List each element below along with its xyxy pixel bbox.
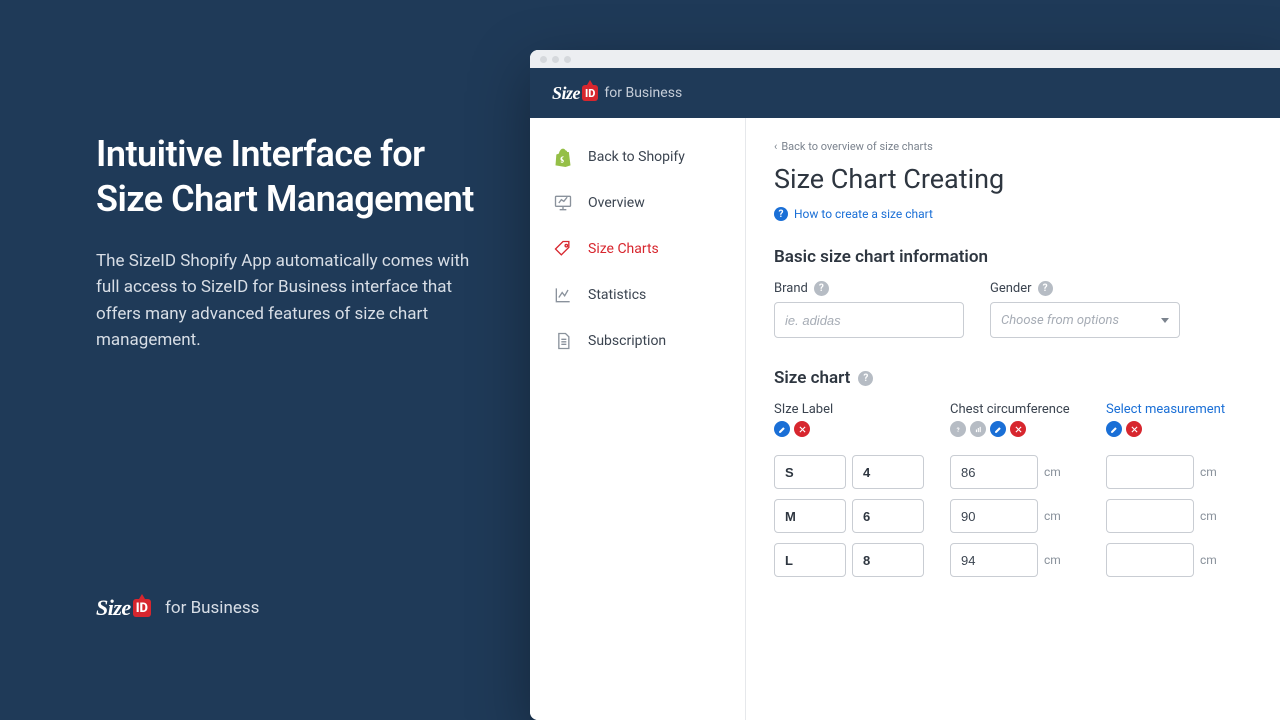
hero-body: The SizeID Shopify App automatically com…: [96, 248, 476, 353]
delete-icon[interactable]: [1010, 421, 1026, 437]
size-label2-input[interactable]: [852, 455, 924, 489]
delete-icon[interactable]: [1126, 421, 1142, 437]
hero-logo: Size ID for Business: [96, 595, 259, 621]
unit-label: cm: [1200, 553, 1217, 567]
help-icon: ?: [774, 207, 788, 221]
chart-icon: [552, 284, 574, 306]
main-content: ‹ Back to overview of size charts Size C…: [746, 118, 1280, 720]
chart-icon[interactable]: [970, 421, 986, 437]
logo-text-id: ID: [582, 85, 598, 101]
measurement-input[interactable]: [1106, 499, 1194, 533]
document-icon: [552, 330, 574, 352]
size-label2-input[interactable]: [852, 543, 924, 577]
sidebar-item-label: Statistics: [588, 287, 646, 303]
section-title-chart: Size chart ?: [774, 368, 1262, 388]
sidebar-item-label: Subscription: [588, 333, 666, 349]
unit-label: cm: [1044, 509, 1061, 523]
tag-icon: [552, 238, 574, 260]
traffic-light-icon: [540, 56, 547, 63]
traffic-light-icon: [552, 56, 559, 63]
unit-label: cm: [1044, 553, 1061, 567]
logo-text-id: ID: [133, 599, 151, 617]
app-window: Size ID for Business Back to Shopify Ove…: [530, 50, 1280, 720]
chest-input[interactable]: [950, 543, 1038, 577]
help-icon[interactable]: ?: [1038, 281, 1053, 296]
size-label-input[interactable]: [774, 543, 846, 577]
page-title: Size Chart Creating: [774, 163, 1262, 195]
size-chart-grid: SIze Label Chest circumference ?: [774, 402, 1262, 577]
unit-label: cm: [1200, 465, 1217, 479]
sidebar: Back to Shopify Overview Size Charts Sta…: [530, 118, 746, 720]
help-link[interactable]: ? How to create a size chart: [774, 207, 1262, 221]
gender-label: Gender ?: [990, 281, 1180, 296]
shopify-icon: [552, 146, 574, 168]
delete-icon[interactable]: [794, 421, 810, 437]
back-link[interactable]: ‹ Back to overview of size charts: [774, 140, 1262, 153]
help-icon[interactable]: ?: [950, 421, 966, 437]
chevron-down-icon: [1161, 318, 1169, 323]
sidebar-item-label: Back to Shopify: [588, 149, 685, 165]
size-label2-input[interactable]: [852, 499, 924, 533]
edit-icon[interactable]: [1106, 421, 1122, 437]
presentation-icon: [552, 192, 574, 214]
sidebar-item-subscription[interactable]: Subscription: [530, 318, 745, 364]
sidebar-item-label: Overview: [588, 195, 645, 211]
logo-suffix: for Business: [165, 598, 259, 618]
logo-text-size: Size: [552, 83, 580, 104]
unit-label: cm: [1200, 509, 1217, 523]
size-label-input[interactable]: [774, 499, 846, 533]
brand-input[interactable]: [774, 302, 964, 338]
measurement-input[interactable]: [1106, 455, 1194, 489]
column-header-chest: Chest circumference: [950, 402, 1080, 417]
sidebar-item-back-to-shopify[interactable]: Back to Shopify: [530, 134, 745, 180]
traffic-light-icon: [564, 56, 571, 63]
help-icon[interactable]: ?: [858, 371, 873, 386]
column-header-size-label: SIze Label: [774, 402, 924, 417]
unit-label: cm: [1044, 465, 1061, 479]
brand-label: Brand ?: [774, 281, 964, 296]
column-header-select-measurement[interactable]: Select measurement: [1106, 402, 1226, 417]
logo-suffix: for Business: [604, 85, 682, 101]
chevron-left-icon: ‹: [774, 140, 777, 153]
help-icon[interactable]: ?: [814, 281, 829, 296]
edit-icon[interactable]: [774, 421, 790, 437]
hero: Intuitive Interface for Size Chart Manag…: [96, 132, 476, 353]
svg-text:?: ?: [956, 426, 959, 433]
size-label-input[interactable]: [774, 455, 846, 489]
hero-title: Intuitive Interface for Size Chart Manag…: [96, 132, 476, 222]
window-titlebar: [530, 50, 1280, 68]
logo-text-size: Size: [96, 595, 131, 621]
sidebar-item-label: Size Charts: [588, 241, 659, 257]
sidebar-item-overview[interactable]: Overview: [530, 180, 745, 226]
chest-input[interactable]: [950, 499, 1038, 533]
app-header: Size ID for Business: [530, 68, 1280, 118]
section-title-basic: Basic size chart information: [774, 247, 1262, 267]
measurement-input[interactable]: [1106, 543, 1194, 577]
edit-icon[interactable]: [990, 421, 1006, 437]
chest-input[interactable]: [950, 455, 1038, 489]
sidebar-item-size-charts[interactable]: Size Charts: [530, 226, 745, 272]
gender-select[interactable]: Choose from options: [990, 302, 1180, 338]
sidebar-item-statistics[interactable]: Statistics: [530, 272, 745, 318]
